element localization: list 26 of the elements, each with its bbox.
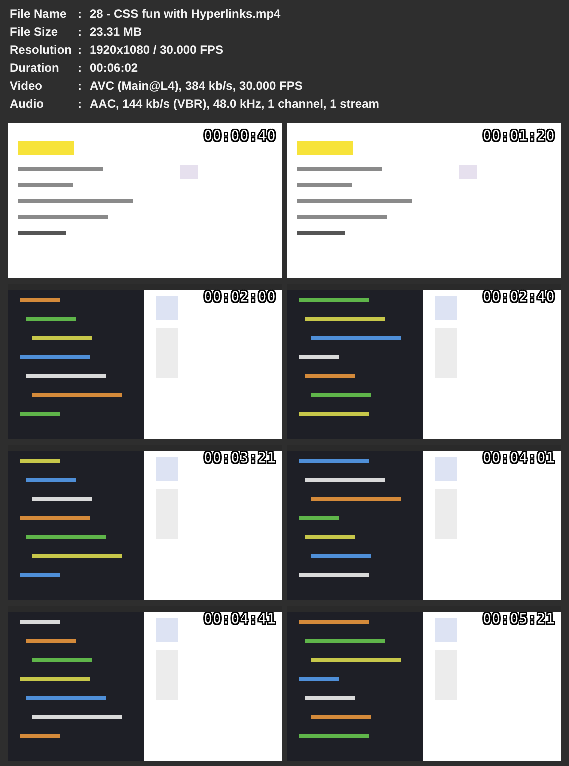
info-label: File Name xyxy=(10,6,68,23)
timestamp: 00:04:41 xyxy=(204,612,276,627)
info-value: 23.31 MB xyxy=(90,24,142,41)
timestamp: 00:01:20 xyxy=(482,129,555,144)
info-value: 1920x1080 / 30.000 FPS xyxy=(90,42,224,59)
info-value: 00:06:02 xyxy=(90,60,138,77)
info-label: Video xyxy=(10,78,44,95)
info-label: Audio xyxy=(10,96,45,113)
separator: : xyxy=(78,60,83,77)
info-value: AAC, 144 kb/s (VBR), 48.0 kHz, 1 channel, 1 stream xyxy=(90,96,380,113)
info-label: File Size xyxy=(10,24,60,41)
info-value: AVC (Main@L4), 384 kb/s, 30.000 FPS xyxy=(90,78,303,95)
info-label: Duration xyxy=(10,60,60,77)
timestamp: 00:04:01 xyxy=(482,451,555,466)
separator: : xyxy=(78,78,83,95)
info-value: 28 - CSS fun with Hyperlinks.mp4 xyxy=(90,6,281,23)
timestamp: 00:05:21 xyxy=(482,612,555,627)
timestamp: 00:03:21 xyxy=(204,451,276,466)
timestamp: 00:02:40 xyxy=(482,290,555,305)
separator: : xyxy=(78,96,83,113)
info-label: Resolution xyxy=(10,42,73,59)
timestamp: 00:00:40 xyxy=(204,129,276,144)
timestamp: 00:02:00 xyxy=(204,290,276,305)
separator: : xyxy=(78,42,83,59)
separator: : xyxy=(78,24,83,41)
separator: : xyxy=(78,6,83,23)
